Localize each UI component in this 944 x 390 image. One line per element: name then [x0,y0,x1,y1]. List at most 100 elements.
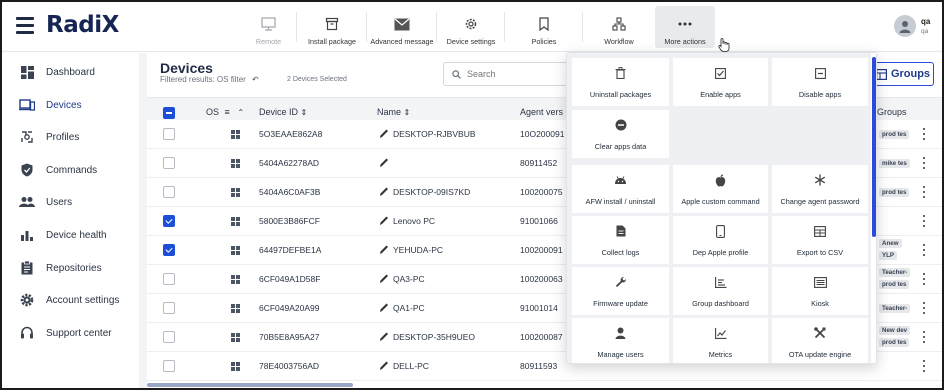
row-actions-kebab-icon[interactable] [922,128,926,140]
row-checkbox[interactable] [163,331,175,343]
asterisk-icon [813,173,827,187]
menu-item-label: Group dashboard [692,299,749,308]
search-input[interactable] [467,69,567,79]
sidebar-item-support-center[interactable]: Support center [2,318,139,348]
sort-up-icon[interactable]: ⌃ [237,108,244,117]
row-checkbox[interactable] [163,215,175,227]
menu-item-apple-custom-command[interactable]: Apple custom command [673,165,768,213]
sidebar-item-device-health[interactable]: Device health [2,220,139,250]
menu-item-uninstall-packages[interactable]: Uninstall packages [572,58,669,106]
sort-icon[interactable]: ⇕ [301,108,308,117]
edit-pencil-icon[interactable] [379,214,389,226]
clear-filter-icon[interactable]: ↶ [252,75,259,84]
page-title: Devices [160,60,213,76]
menu-item-metrics[interactable]: Metrics [673,318,768,363]
column-header-agent-version[interactable]: Agent vers [520,107,563,117]
device-id-cell[interactable]: 5404A6C0AF3B [259,187,320,197]
edit-pencil-icon[interactable] [379,156,389,168]
install-package-button[interactable]: Install package [297,6,367,48]
edit-pencil-icon[interactable] [379,127,389,139]
sidebar-item-commands[interactable]: Commands [2,155,139,185]
policies-button[interactable]: Policies [505,6,583,48]
sort-icon[interactable]: ⇕ [404,108,411,117]
sidebar-item-devices[interactable]: Devices [2,90,139,120]
sidebar-item-repositories[interactable]: Repositories [2,253,139,283]
row-checkbox[interactable] [163,186,175,198]
row-checkbox[interactable] [163,157,175,169]
menu-item-clear-apps-data[interactable]: Clear apps data [572,110,669,158]
row-actions-kebab-icon[interactable] [922,302,926,314]
filter-icon[interactable]: ≡ [225,107,230,117]
menu-item-firmware-update[interactable]: Firmware update [572,267,669,315]
row-checkbox[interactable] [163,302,175,314]
device-id-cell[interactable]: 78E4003756AD [259,361,319,371]
hamburger-menu-icon[interactable] [16,17,34,34]
device-id-cell[interactable]: 6CF049A1D58F [259,274,320,284]
menu-item-afw-install-uninstall[interactable]: AFW install / uninstall [572,165,669,213]
groups-button[interactable]: Groups [872,62,934,86]
row-checkbox[interactable] [163,273,175,285]
device-id-cell[interactable]: 70B5E8A95A27 [259,332,320,342]
agent-version-cell: 80911593 [520,361,558,371]
menu-item-manage-users[interactable]: Manage users [572,318,669,363]
menu-item-group-dashboard[interactable]: Group dashboard [673,267,768,315]
edit-pencil-icon[interactable] [379,243,389,255]
group-tag: prod tes [879,280,910,289]
device-id-cell[interactable]: 5404A62278AD [259,158,319,168]
edit-pencil-icon[interactable] [379,272,389,284]
menu-item-export-to-csv[interactable]: Export to CSV [772,216,868,264]
row-checkbox[interactable] [163,360,175,372]
device-name-cell: YEHUDA-PC [393,245,444,255]
menu-scrollbar[interactable] [872,57,876,237]
device-settings-button[interactable]: Device settings [437,6,505,48]
device-id-cell[interactable]: 5O3EAAE862A8 [259,129,322,139]
row-actions-kebab-icon[interactable] [922,157,926,169]
row-actions-kebab-icon[interactable] [922,186,926,198]
sidebar-item-profiles[interactable]: Profiles [2,122,139,152]
edit-pencil-icon[interactable] [379,185,389,197]
column-header-name[interactable]: Name ⇕ [377,107,410,117]
row-actions-kebab-icon[interactable] [922,273,926,285]
menu-item-enable-apps[interactable]: Enable apps [673,58,768,106]
row-actions-kebab-icon[interactable] [922,331,926,343]
groups-button-label: Groups [890,68,931,80]
menu-item-label: Kiosk [811,299,829,308]
row-checkbox[interactable] [163,244,175,256]
groups-icon [875,68,887,80]
workflow-icon [611,16,627,32]
edit-pencil-icon[interactable] [379,301,389,313]
table-horizontal-scrollbar[interactable] [147,383,353,387]
menu-item-disable-apps[interactable]: Disable apps [772,58,868,106]
remote-button[interactable]: Remote [240,6,297,48]
agent-version-cell: 100200075 [520,187,563,197]
menu-item-kiosk[interactable]: Kiosk [772,267,868,315]
select-all-checkbox[interactable] [163,107,175,119]
menu-item-ota-update-engine[interactable]: OTA update engine [772,318,868,363]
workflow-button[interactable]: Workflow [583,6,655,48]
edit-pencil-icon[interactable] [379,330,389,342]
row-checkbox[interactable] [163,128,175,140]
menu-item-dep-apple-profile[interactable]: Dep Apple profile [673,216,768,264]
column-header-groups[interactable]: Groups [877,107,907,117]
menu-item-collect-logs[interactable]: Collect logs [572,216,669,264]
column-header-os[interactable]: OS ≡ ⌃ [206,107,244,117]
avatar[interactable] [894,15,916,37]
more-actions-button[interactable]: More actions [655,6,715,48]
column-header-device-id[interactable]: Device ID ⇕ [259,107,307,117]
device-id-cell[interactable]: 64497DEFBE1A [259,245,321,255]
search-box[interactable] [443,62,573,86]
sidebar-item-account-settings[interactable]: Account settings [2,285,139,315]
row-actions-kebab-icon[interactable] [922,360,926,372]
device-settings-label: Device settings [446,37,496,46]
row-actions-kebab-icon[interactable] [922,244,926,256]
menu-item-change-agent-password[interactable]: Change agent password [772,165,868,213]
device-id-cell[interactable]: 5800E3B86FCF [259,216,320,226]
gear-icon [463,16,479,32]
sidebar-item-dashboard[interactable]: Dashboard [2,57,139,87]
device-id-cell[interactable]: 6CF049A20A99 [259,303,320,313]
filter-label: Filtered results: OS filter [160,75,246,84]
advanced-message-button[interactable]: Advanced message [367,6,437,48]
sidebar-item-users[interactable]: Users [2,187,139,217]
edit-pencil-icon[interactable] [379,359,389,371]
row-actions-kebab-icon[interactable] [922,215,926,227]
